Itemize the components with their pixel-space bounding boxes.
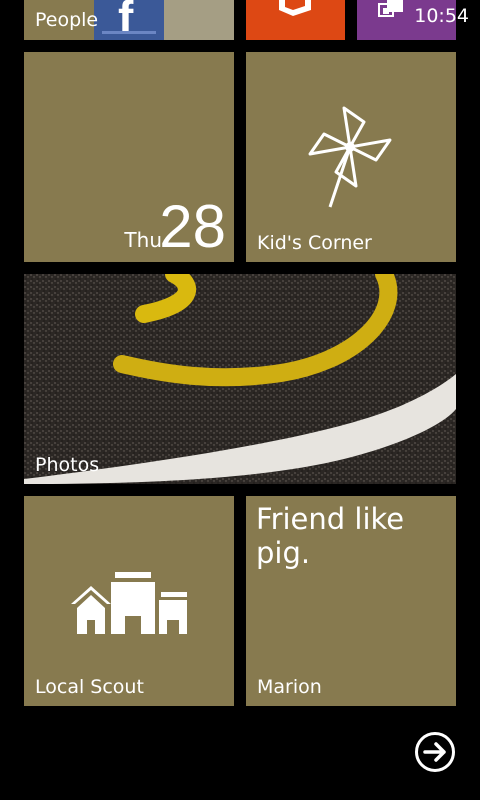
photos-tile[interactable]: Photos	[24, 274, 456, 484]
buildings-icon	[71, 572, 187, 634]
facebook-image: f	[94, 0, 164, 40]
local-scout-tile[interactable]: Local Scout	[24, 496, 234, 706]
people-tile[interactable]: f People	[24, 0, 234, 40]
calendar-tile[interactable]: Thu 28	[24, 52, 234, 262]
office-icon	[279, 0, 311, 16]
camera-roll-icon	[378, 0, 403, 17]
office-tile[interactable]	[246, 0, 345, 40]
status-bar: 10:54	[414, 0, 469, 32]
kids-corner-tile[interactable]: Kid's Corner	[246, 52, 456, 262]
kids-corner-label: Kid's Corner	[257, 232, 372, 254]
all-apps-arrow-button[interactable]	[414, 731, 456, 773]
calendar-day: Thu	[124, 228, 162, 252]
local-scout-label: Local Scout	[35, 676, 144, 698]
marion-message: Friend like pig.	[256, 502, 405, 570]
marion-tile[interactable]: Friend like pig. Marion	[246, 496, 456, 706]
calendar-date: 28	[159, 193, 226, 260]
photos-label: Photos	[35, 454, 100, 476]
photos-image	[24, 274, 456, 484]
marion-label: Marion	[257, 676, 322, 698]
people-photo	[164, 0, 234, 40]
facebook-letter: f	[118, 0, 134, 40]
arrow-right-circle-icon	[415, 732, 455, 772]
people-label: People	[35, 9, 99, 31]
status-time: 10:54	[414, 5, 469, 27]
pinwheel-icon	[308, 106, 392, 208]
